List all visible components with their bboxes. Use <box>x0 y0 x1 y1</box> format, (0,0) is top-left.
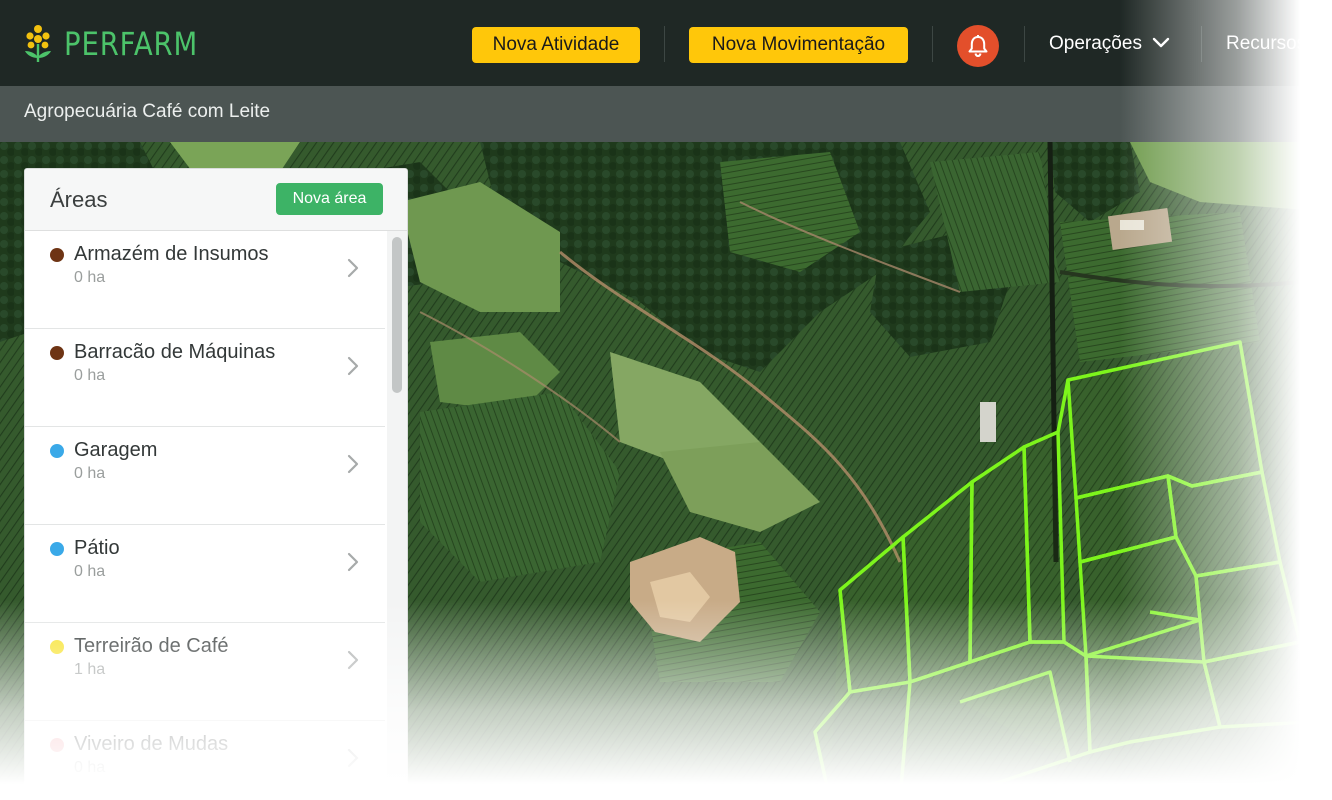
divider <box>1024 26 1025 62</box>
area-item-terreirao-de-cafe[interactable]: Terreirão de Café 1 ha <box>25 623 385 721</box>
area-size: 0 ha <box>74 563 106 580</box>
area-color-dot <box>50 542 64 556</box>
area-item-armazem-de-insumos[interactable]: Armazém de Insumos 0 ha <box>25 231 385 329</box>
brand-name: PERFARM <box>64 25 199 63</box>
resources-menu-label: Recursos <box>1226 33 1307 54</box>
area-name: Barracão de Máquinas <box>74 341 276 363</box>
area-item-barracao-de-maquinas[interactable]: Barracão de Máquinas 0 ha <box>25 329 385 427</box>
area-size: 0 ha <box>74 465 106 482</box>
chevron-right-icon <box>347 356 359 376</box>
chevron-right-icon <box>347 552 359 572</box>
areas-panel-title: Áreas <box>50 187 108 212</box>
top-navigation-bar: PERFARM Nova Atividade Nova Movimentação… <box>0 0 1332 86</box>
operations-menu-label: Operações <box>1049 33 1142 54</box>
area-color-dot <box>50 248 64 262</box>
chevron-right-icon <box>347 650 359 670</box>
area-color-dot <box>50 444 64 458</box>
coffee-plant-icon <box>25 25 51 62</box>
area-name: Armazém de Insumos <box>74 243 269 265</box>
areas-panel-header: Áreas Nova área <box>25 169 407 231</box>
chevron-down-icon <box>1152 33 1170 55</box>
area-name: Viveiro de Mudas <box>74 733 229 755</box>
new-area-button[interactable]: Nova área <box>276 183 383 215</box>
divider <box>664 26 665 62</box>
chevron-right-icon <box>347 258 359 278</box>
resources-menu[interactable]: Recursos <box>1226 33 1306 55</box>
divider <box>932 26 933 62</box>
area-item-patio[interactable]: Pátio 0 ha <box>25 525 385 623</box>
area-size: 0 ha <box>74 367 106 384</box>
brand-logo[interactable]: PERFARM <box>22 22 220 66</box>
area-item-viveiro-de-mudas[interactable]: Viveiro de Mudas 0 ha <box>25 721 385 800</box>
chevron-right-icon <box>347 454 359 474</box>
area-size: 0 ha <box>74 269 106 286</box>
divider <box>1201 26 1202 62</box>
new-activity-button[interactable]: Nova Atividade <box>472 27 640 63</box>
area-name: Garagem <box>74 439 158 461</box>
areas-list-scrollbar-thumb[interactable] <box>392 237 402 393</box>
area-color-dot <box>50 738 64 752</box>
area-name: Pátio <box>74 537 120 559</box>
chevron-right-icon <box>347 748 359 768</box>
farm-name[interactable]: Agropecuária Café com Leite <box>24 101 270 123</box>
area-color-dot <box>50 640 64 654</box>
area-name: Terreirão de Café <box>74 635 229 657</box>
area-item-garagem[interactable]: Garagem 0 ha <box>25 427 385 525</box>
notifications-button[interactable] <box>957 25 999 67</box>
bell-icon <box>968 35 988 58</box>
area-color-dot <box>50 346 64 360</box>
new-movement-button[interactable]: Nova Movimentação <box>689 27 908 63</box>
areas-panel: Áreas Nova área Armazém de Insumos 0 ha … <box>24 168 408 800</box>
area-size: 0 ha <box>74 759 106 776</box>
operations-menu[interactable]: Operações <box>1049 33 1170 55</box>
area-size: 1 ha <box>74 661 106 678</box>
